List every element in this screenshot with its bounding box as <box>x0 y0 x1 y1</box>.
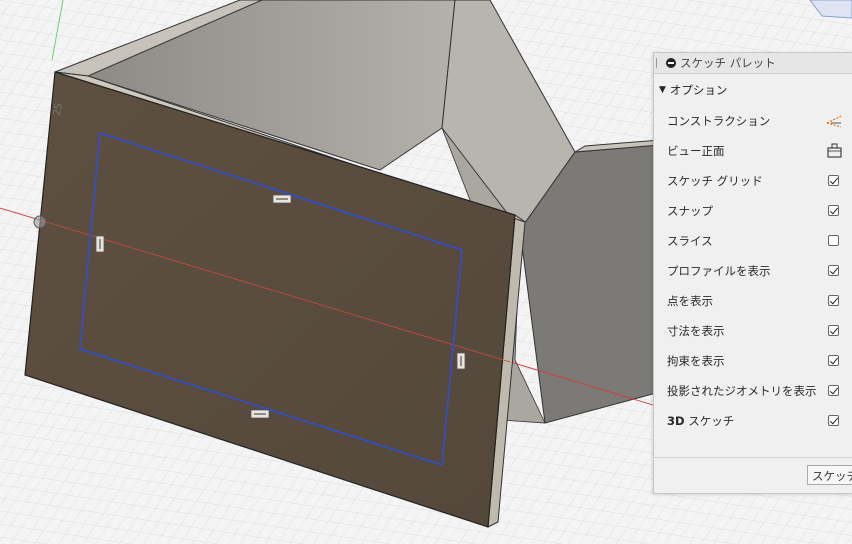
option-show-profile: プロファイルを表示 <box>654 256 852 286</box>
option-look-at: ビュー正面 <box>654 136 852 166</box>
show-constraints-checkbox[interactable] <box>828 355 839 366</box>
option-label-prefix: 3D <box>667 414 685 428</box>
option-show-projected: 投影されたジオメトリを表示 <box>654 376 852 406</box>
options-section-header[interactable]: ▼ オプション <box>654 75 852 105</box>
slice-checkbox[interactable] <box>828 235 839 246</box>
snap-checkbox[interactable] <box>828 205 839 216</box>
finish-sketch-button[interactable]: スケッチを停止 <box>807 465 852 485</box>
option-label: 3D スケッチ <box>667 413 734 429</box>
show-projected-geometry-checkbox[interactable] <box>828 385 839 396</box>
option-label: 投影されたジオメトリを表示 <box>667 384 817 398</box>
option-label-text: スケッチ <box>688 414 735 428</box>
constraint-right-icon[interactable] <box>456 352 466 370</box>
drag-handle-icon[interactable] <box>656 58 660 68</box>
option-label: スケッチ グリッド <box>667 174 763 188</box>
palette-divider <box>654 457 852 458</box>
option-show-dimensions: 寸法を表示 <box>654 316 852 346</box>
option-label: 寸法を表示 <box>667 324 725 338</box>
constraint-left-icon[interactable] <box>95 235 105 253</box>
look-at-view-icon[interactable] <box>825 143 843 159</box>
sketch-palette: スケッチ パレット ▼ オプション コンストラクション ビュー正面 スケッチ グ… <box>653 52 852 494</box>
palette-header[interactable]: スケッチ パレット <box>654 53 852 74</box>
collapse-icon[interactable] <box>666 58 676 68</box>
option-label: スライス <box>667 234 713 248</box>
option-label: プロファイルを表示 <box>667 264 771 278</box>
show-points-checkbox[interactable] <box>828 295 839 306</box>
option-show-constraints: 拘束を表示 <box>654 346 852 376</box>
option-sketch-grid: スケッチ グリッド <box>654 166 852 196</box>
option-slice: スライス <box>654 226 852 256</box>
construction-line-icon[interactable] <box>825 113 843 129</box>
option-label: 点を表示 <box>667 294 713 308</box>
option-label: スナップ <box>667 204 713 218</box>
sketch-grid-checkbox[interactable] <box>828 175 839 186</box>
axis-label-left: 25 <box>51 102 65 117</box>
constraint-top-icon[interactable] <box>272 194 292 204</box>
constraint-bottom-icon[interactable] <box>250 409 270 419</box>
show-profile-checkbox[interactable] <box>828 265 839 276</box>
option-label: ビュー正面 <box>667 144 725 158</box>
option-construction: コンストラクション <box>654 106 852 136</box>
option-show-points: 点を表示 <box>654 286 852 316</box>
palette-title: スケッチ パレット <box>680 56 776 70</box>
option-label: コンストラクション <box>667 114 771 128</box>
origin-point[interactable] <box>33 215 47 229</box>
3d-sketch-checkbox[interactable] <box>828 415 839 426</box>
triangle-down-icon[interactable]: ▼ <box>659 85 666 95</box>
option-label: 拘束を表示 <box>667 354 725 368</box>
option-snap: スナップ <box>654 196 852 226</box>
option-3d-sketch: 3D スケッチ <box>654 406 852 436</box>
options-section-label: オプション <box>669 83 728 97</box>
show-dimensions-checkbox[interactable] <box>828 325 839 336</box>
